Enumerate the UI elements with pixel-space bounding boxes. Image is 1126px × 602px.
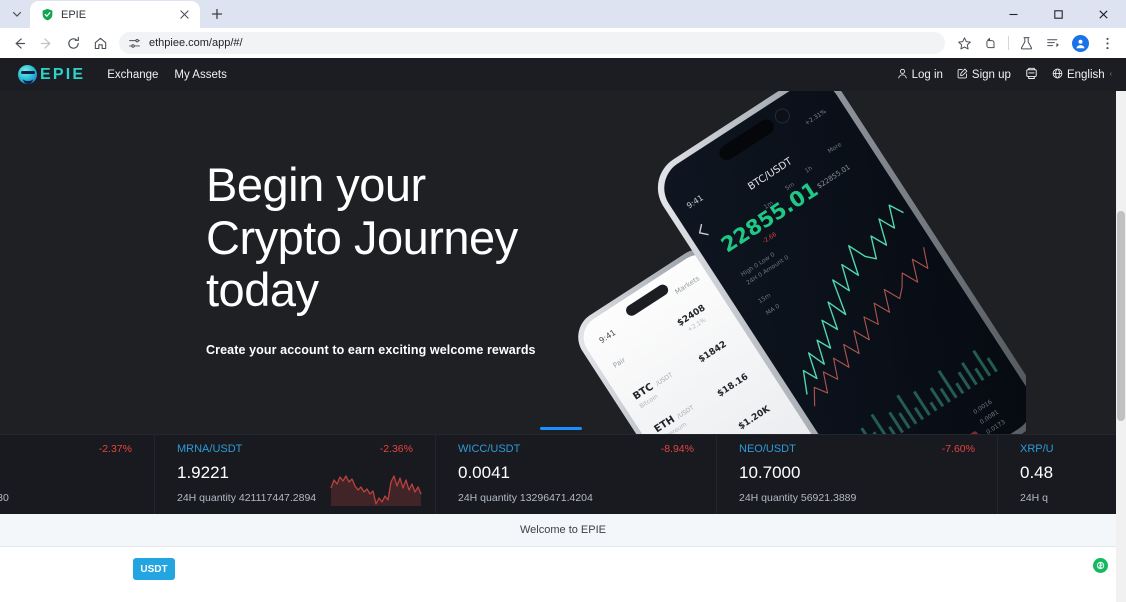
page-viewport: EPIE Exchange My Assets Log in Sign up E… <box>0 58 1126 602</box>
download-app-button[interactable] <box>1025 67 1038 83</box>
ticker-pair: XRP/U <box>1020 443 1054 455</box>
window-close-icon[interactable] <box>1081 0 1126 28</box>
reload-icon[interactable] <box>60 30 86 56</box>
login-label: Log in <box>911 68 943 81</box>
arrow-back-icon[interactable] <box>6 30 32 56</box>
ticker-card[interactable]: XRP/U 0.48 24H q <box>998 435 1126 514</box>
tab-search-chevron-down-icon[interactable] <box>4 1 30 27</box>
language-label: English <box>1066 68 1105 81</box>
ticker-card[interactable]: NEO/USDT -7.60% 10.7000 24H quantity 569… <box>717 435 998 514</box>
ticker-change: -2.36% <box>379 443 413 455</box>
welcome-banner: Welcome to EPIE <box>0 514 1126 547</box>
home-icon[interactable] <box>87 30 113 56</box>
signup-button[interactable]: Sign up <box>957 68 1011 82</box>
market-ticker-strip[interactable]: -2.37% 000 tity 24531.5930 MRNA/USDT -2.… <box>0 434 1126 514</box>
flask-icon[interactable] <box>1013 30 1039 56</box>
lower-content-area: USDT <box>0 547 1126 602</box>
ticker-change: -8.94% <box>660 443 694 455</box>
address-bar-url: ethpiee.com/app/#/ <box>149 37 243 49</box>
ticker-header-row: MRNA/USDT -2.36% <box>177 443 435 455</box>
ticker-change: -7.60% <box>941 443 975 455</box>
window-minimize-icon[interactable] <box>991 0 1036 28</box>
ticker-price: 000 <box>0 463 154 483</box>
nav-item-exchange[interactable]: Exchange <box>107 69 158 81</box>
hero-heading: Begin your Crypto Journey today <box>206 158 536 317</box>
tune-icon[interactable] <box>126 35 142 51</box>
ticker-sparkline-chart <box>330 475 422 506</box>
reading-list-icon[interactable] <box>1040 30 1066 56</box>
signup-label: Sign up <box>971 68 1011 81</box>
edit-square-icon <box>957 68 968 82</box>
address-bar[interactable]: ethpiee.com/app/#/ <box>119 32 945 54</box>
page-scrollbar[interactable] <box>1116 91 1126 602</box>
ticker-header-row: -2.37% <box>0 443 154 455</box>
tab-strip: EPIE <box>0 0 1126 28</box>
ticker-pair: NEO/USDT <box>739 443 796 455</box>
ticker-volume: 24H quantity 13296471.4204 <box>458 492 593 504</box>
ticker-volume: 24H q <box>1020 492 1049 504</box>
site-nav: Exchange My Assets <box>107 69 227 81</box>
page-scrollbar-thumb[interactable] <box>1117 211 1125 421</box>
globe-icon <box>1052 68 1063 82</box>
nav-item-my-assets[interactable]: My Assets <box>174 69 226 81</box>
ticker-header-row: NEO/USDT -7.60% <box>739 443 997 455</box>
hero-phone-mockup: 9:41 Markets Pair $2408 +2.1% BTC /USDT … <box>556 91 1039 434</box>
usdt-button[interactable]: USDT <box>133 558 175 580</box>
window-maximize-icon[interactable] <box>1036 0 1081 28</box>
new-tab-plus-icon[interactable] <box>204 1 230 27</box>
hero-subtitle: Create your account to earn exciting wel… <box>206 342 536 357</box>
ticker-card[interactable]: MRNA/USDT -2.36% 1.9221 24H quantity 421… <box>155 435 436 514</box>
ticker-price: 10.7000 <box>739 463 801 482</box>
hero-section: 9:41 Markets Pair $2408 +2.1% BTC /USDT … <box>0 91 1126 434</box>
hero-heading-line-3: today <box>206 263 319 317</box>
ticker-volume: tity 24531.5930 <box>0 492 9 504</box>
kebab-menu-icon[interactable] <box>1094 30 1120 56</box>
welcome-text: Welcome to EPIE <box>520 524 606 536</box>
avatar <box>1071 34 1089 52</box>
ticker-header-row: XRP/U <box>1020 443 1126 455</box>
bookmark-star-icon[interactable] <box>951 30 977 56</box>
hero-copy: Begin your Crypto Journey today Create y… <box>206 158 536 357</box>
download-app-icon <box>1025 67 1038 83</box>
ticker-card[interactable]: -2.37% 000 tity 24531.5930 <box>0 435 155 514</box>
ticker-header-row: WICC/USDT -8.94% <box>458 443 716 455</box>
hero-carousel-indicator[interactable] <box>540 427 582 430</box>
language-selector[interactable]: English ‹ <box>1052 68 1112 82</box>
ticker-pair: MRNA/USDT <box>177 443 243 455</box>
login-button[interactable]: Log in <box>897 68 943 82</box>
shield-icon <box>41 8 54 21</box>
header-actions: Log in Sign up English ‹ <box>897 67 1112 83</box>
ticker-price: 0.0041 <box>458 463 510 482</box>
ticker-pair: WICC/USDT <box>458 443 521 455</box>
browser-tab-title: EPIE <box>61 8 87 21</box>
share-icon[interactable] <box>978 30 1004 56</box>
hero-heading-line-1: Begin your <box>206 158 426 211</box>
toolbar-divider <box>1008 36 1009 50</box>
tab-close-icon[interactable] <box>177 7 192 22</box>
ticker-card[interactable]: WICC/USDT -8.94% 0.0041 24H quantity 132… <box>436 435 717 514</box>
profile-avatar-icon[interactable] <box>1067 30 1093 56</box>
ticker-change: -2.37% <box>98 443 132 455</box>
ticker-price: 0.48 <box>1020 463 1054 482</box>
arrow-forward-icon <box>33 30 59 56</box>
browser-chrome: EPIE ethpiee.com/app/#/ <box>0 0 1126 58</box>
browser-toolbar: ethpiee.com/app/#/ <box>0 28 1126 58</box>
user-icon <box>897 68 908 82</box>
window-controls <box>991 0 1126 28</box>
epie-logo-icon <box>18 65 37 84</box>
ticker-volume: 24H quantity 56921.3889 <box>739 492 857 504</box>
site-header: EPIE Exchange My Assets Log in Sign up E… <box>0 58 1126 91</box>
brand-logo[interactable]: EPIE <box>18 65 85 84</box>
hero-heading-line-2: Crypto Journey <box>206 210 518 264</box>
brand-name: EPIE <box>40 65 86 83</box>
language-chevron-icon: ‹ <box>1109 71 1112 78</box>
support-chat-icon[interactable] <box>1093 558 1108 573</box>
browser-tab-epie[interactable]: EPIE <box>30 1 200 28</box>
